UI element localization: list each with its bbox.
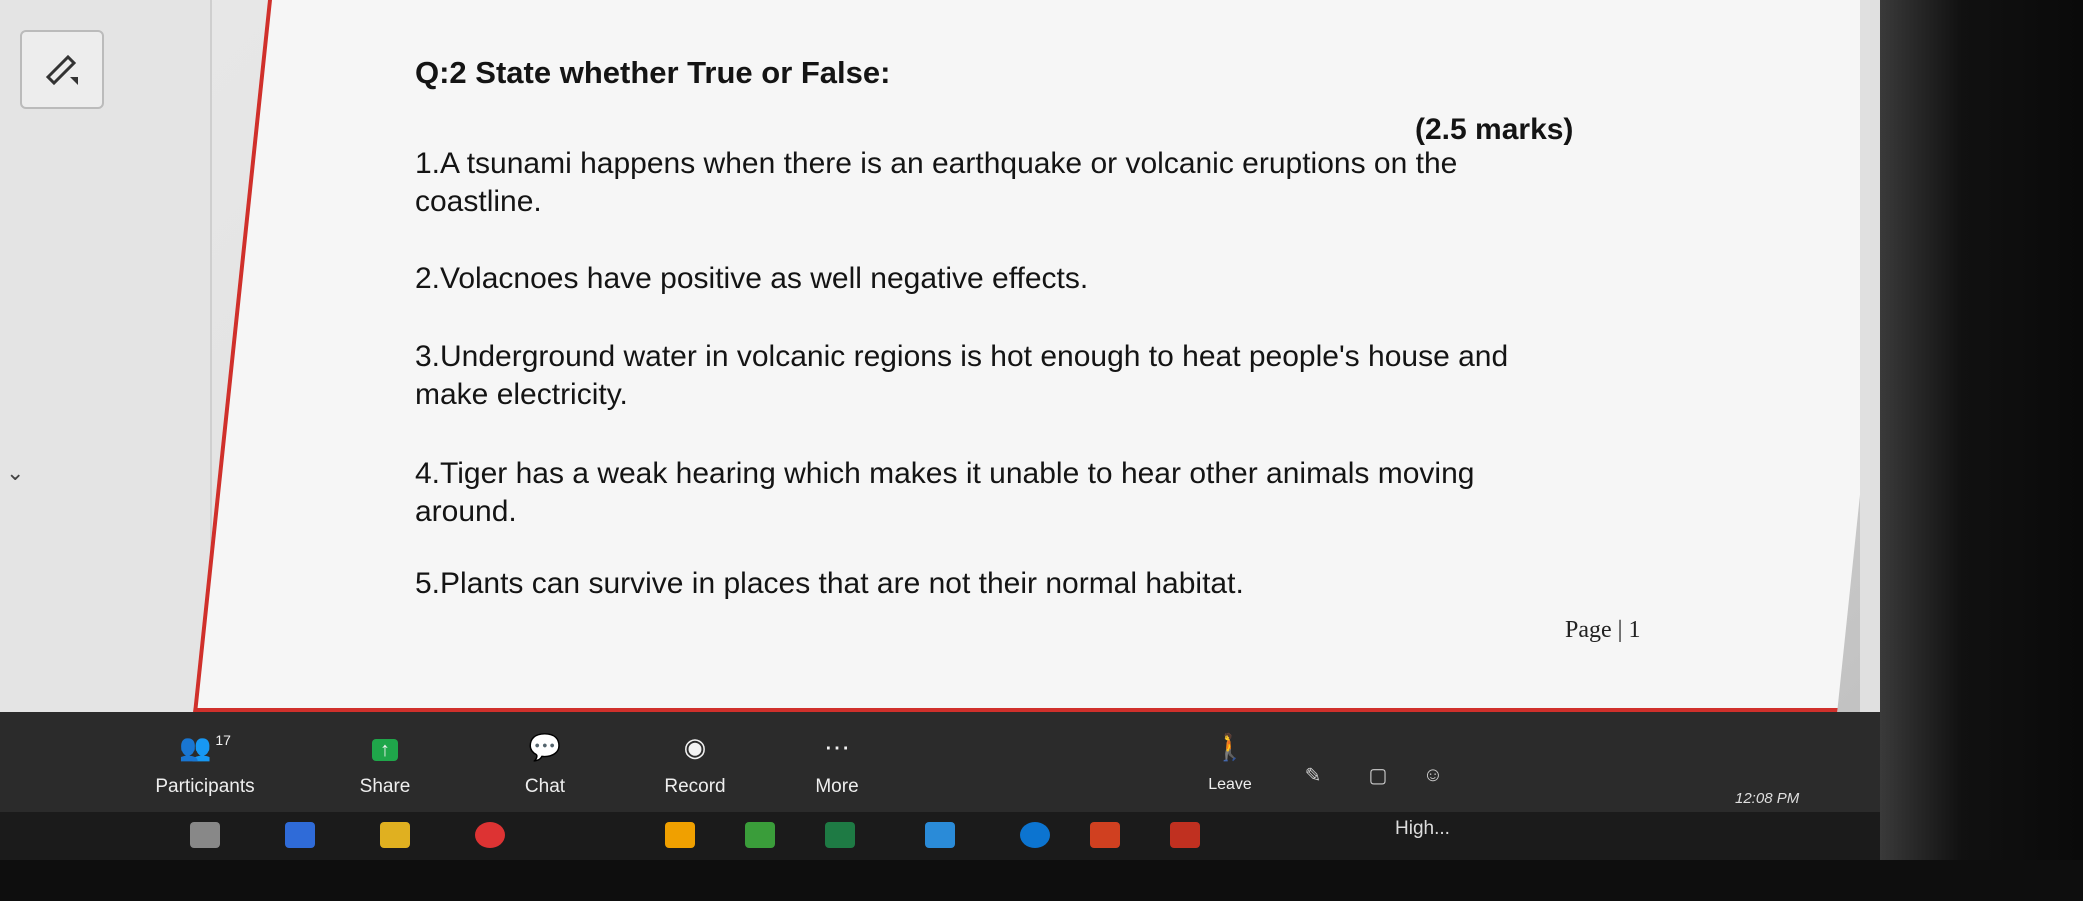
annotate-icon[interactable]: ✎ [1300, 762, 1326, 788]
chat-icon: 💬 [528, 732, 562, 762]
page-number-label: Page | 1 [1565, 617, 1641, 643]
participants-count: 17 [215, 732, 231, 748]
os-taskbar [0, 812, 1880, 860]
question-title: Q:2 State whether True or False: [415, 55, 891, 90]
app-icon[interactable] [285, 822, 315, 848]
meeting-toolbar: 👥 17 Participants ↑ Share 💬 Chat ◉ Record… [0, 712, 1880, 812]
chat-label: Chat [524, 776, 566, 797]
more-button[interactable]: ⋯ More [782, 732, 892, 798]
share-icon: ↑ [330, 732, 440, 768]
pen-icon [42, 47, 82, 92]
leave-label: Leave [1208, 776, 1252, 793]
leave-icon: 🚶 [1213, 732, 1247, 762]
excel-icon[interactable] [825, 822, 855, 848]
record-button[interactable]: ◉ Record [640, 732, 750, 798]
reaction-icon[interactable]: ☺ [1420, 762, 1446, 788]
monitor-bottom-bezel [0, 860, 2083, 901]
task-view-icon[interactable] [190, 822, 220, 848]
chevron-down-icon[interactable]: ⌄ [6, 460, 24, 486]
monitor-bezel [1880, 0, 2083, 901]
marks-label: (2.5 marks) [1415, 113, 1574, 146]
app-icon[interactable] [1090, 822, 1120, 848]
statement-line: make electricity. [415, 378, 628, 411]
annotate-pen-tool[interactable] [20, 30, 104, 109]
participants-label: Participants [155, 776, 255, 797]
whiteboard-icon[interactable]: ▢ [1365, 762, 1391, 788]
share-button[interactable]: ↑ Share [330, 732, 440, 798]
leave-button[interactable]: 🚶 Leave [1175, 732, 1285, 794]
weather-notification[interactable]: High... [1395, 818, 1450, 840]
statement-line: 3.Underground water in volcanic regions … [415, 340, 1509, 373]
system-clock[interactable]: 12:08 PM [1735, 790, 1799, 807]
more-icon: ⋯ [824, 732, 850, 762]
statement-line: 4.Tiger has a weak hearing which makes i… [415, 457, 1475, 490]
participants-icon: 👥 17 [179, 732, 231, 762]
statement-line: 2.Volacnoes have positive as well negati… [415, 262, 1089, 295]
more-label: More [815, 776, 859, 797]
app-icon[interactable] [665, 822, 695, 848]
statement-line: 1.A tsunami happens when there is an ear… [415, 147, 1458, 180]
document-content: Q:2 State whether True or False: (2.5 ma… [415, 55, 1715, 695]
store-icon[interactable] [745, 822, 775, 848]
participants-button[interactable]: 👥 17 Participants [150, 732, 260, 798]
edge-icon[interactable] [1020, 822, 1050, 848]
acrobat-icon[interactable] [1170, 822, 1200, 848]
right-side-panel: 1 4 ⌃ ⌄ ↻ ▣ ⊕ ⊖ [1860, 0, 1880, 720]
chat-button[interactable]: 💬 Chat [490, 732, 600, 798]
statement-line: coastline. [415, 185, 542, 218]
record-icon: ◉ [683, 732, 707, 762]
monitor-screen: ⌄ Q:2 State whether True or False: (2.5 … [0, 0, 1880, 860]
share-label: Share [359, 776, 411, 797]
left-tool-panel: ⌄ [0, 0, 212, 720]
record-label: Record [664, 776, 726, 797]
browser-icon[interactable] [475, 822, 505, 848]
statement-line: around. [415, 495, 517, 528]
app-icon[interactable] [925, 822, 955, 848]
folder-icon[interactable] [380, 822, 410, 848]
statement-line: 5.Plants can survive in places that are … [415, 567, 1244, 600]
